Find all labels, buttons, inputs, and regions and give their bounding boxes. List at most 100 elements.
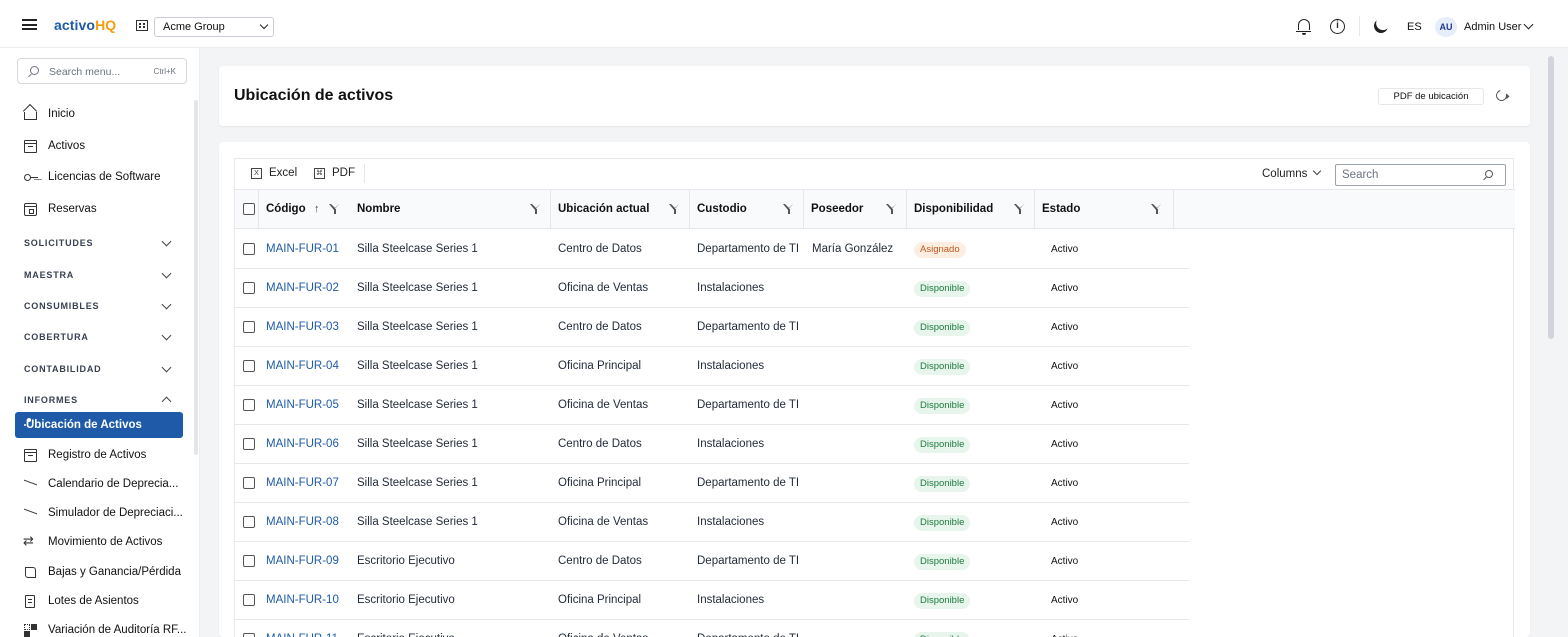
- sidebar-item-licencias[interactable]: Licencias de Software: [24, 167, 161, 187]
- row-checkbox[interactable]: [243, 282, 255, 294]
- filter-icon[interactable]: [783, 204, 794, 214]
- asset-name: Silla Steelcase Series 1: [357, 438, 478, 450]
- row-checkbox[interactable]: [243, 633, 255, 637]
- row-checkbox[interactable]: [243, 438, 255, 450]
- row-checkbox[interactable]: [243, 399, 255, 411]
- export-pdf-button[interactable]: ⌘ PDF: [314, 167, 355, 179]
- menu-search-input[interactable]: Search menu... Ctrl+K: [17, 58, 187, 84]
- table-row[interactable]: MAIN-FUR-01 Silla Steelcase Series 1 Centr…: [235, 230, 1189, 269]
- sidebar-item-variacion-auditoria[interactable]: Variación de Auditoría RF...: [24, 620, 187, 637]
- row-checkbox[interactable]: [243, 594, 255, 606]
- column-header-nombre[interactable]: Nombre: [350, 190, 551, 229]
- column-header-custodio[interactable]: Custodio: [690, 190, 804, 229]
- filter-icon[interactable]: [530, 204, 541, 214]
- sidebar-scrollbar[interactable]: [194, 100, 198, 455]
- column-header-disponibilidad[interactable]: Disponibilidad: [907, 190, 1035, 229]
- sidebar-section-cobertura[interactable]: COBERTURA: [24, 330, 174, 342]
- row-checkbox[interactable]: [243, 321, 255, 333]
- hamburger-menu-icon[interactable]: [22, 19, 37, 30]
- sidebar-section-informes[interactable]: INFORMES: [24, 395, 174, 407]
- page-scrollbar[interactable]: [1548, 56, 1554, 339]
- sidebar-item-reservas[interactable]: Reservas: [24, 199, 97, 219]
- search-icon[interactable]: [1485, 170, 1493, 178]
- table-row[interactable]: MAIN-FUR-04 Silla Steelcase Series 1 Ofici…: [235, 347, 1189, 386]
- column-header-ubicacion[interactable]: Ubicación actual: [551, 190, 690, 229]
- pdf-location-button[interactable]: PDF de ubicación: [1378, 88, 1484, 105]
- moon-icon[interactable]: [1372, 17, 1390, 35]
- asset-name: Silla Steelcase Series 1: [357, 399, 478, 411]
- asset-code-link[interactable]: MAIN-FUR-07: [266, 464, 351, 503]
- columns-button[interactable]: Columns: [1262, 166, 1322, 180]
- sidebar-section-contabilidad[interactable]: CONTABILIDAD: [24, 362, 174, 374]
- row-checkbox[interactable]: [243, 477, 255, 489]
- grid-search-input[interactable]: [1342, 165, 1482, 185]
- user-name[interactable]: Admin User: [1464, 21, 1521, 33]
- sidebar-item-bajas[interactable]: Bajas y Ganancia/Pérdida: [24, 562, 181, 582]
- filter-icon[interactable]: [1151, 204, 1162, 214]
- table-row[interactable]: MAIN-FUR-07 Silla Steelcase Series 1 Ofici…: [235, 464, 1189, 503]
- asset-code-link[interactable]: MAIN-FUR-05: [266, 386, 351, 425]
- asset-name: Escritorio Ejecutivo: [357, 555, 455, 567]
- select-all-cell: [235, 190, 259, 229]
- asset-holder: [812, 386, 904, 425]
- building-icon: [136, 20, 148, 31]
- table-row[interactable]: MAIN-FUR-05 Silla Steelcase Series 1 Ofici…: [235, 386, 1189, 425]
- table-row[interactable]: MAIN-FUR-09 Escritorio Ejecutivo Centro de…: [235, 542, 1189, 581]
- sidebar-item-inicio[interactable]: Inicio: [24, 104, 75, 124]
- sidebar-item-simulador-depreciacion[interactable]: Simulador de Depreciaci...: [24, 503, 183, 523]
- chevron-up-icon: [161, 396, 172, 407]
- export-excel-button[interactable]: X Excel: [251, 167, 297, 179]
- sidebar-item-registro-activos[interactable]: Registro de Activos: [24, 445, 146, 465]
- asset-holder: [812, 503, 904, 542]
- asset-code-link[interactable]: MAIN-FUR-03: [266, 308, 351, 347]
- table-row[interactable]: MAIN-FUR-02 Silla Steelcase Series 1 Ofici…: [235, 269, 1189, 308]
- sidebar-section-maestra[interactable]: MAESTRA: [24, 268, 174, 280]
- asset-code-link[interactable]: MAIN-FUR-11: [266, 620, 351, 637]
- filter-icon[interactable]: [669, 204, 680, 214]
- avatar[interactable]: AU: [1435, 17, 1457, 37]
- table-row[interactable]: MAIN-FUR-10 Escritorio Ejecutivo Oficina P…: [235, 581, 1189, 620]
- sidebar-section-consumibles[interactable]: CONSUMIBLES: [24, 299, 174, 311]
- bell-icon[interactable]: [1296, 19, 1311, 35]
- sidebar-item-movimiento-activos[interactable]: Movimiento de Activos: [23, 532, 162, 552]
- row-checkbox[interactable]: [243, 516, 255, 528]
- sidebar-item-lotes-asientos[interactable]: Lotes de Asientos: [24, 591, 139, 611]
- asset-name: Silla Steelcase Series 1: [357, 477, 478, 489]
- chevron-down-icon[interactable]: [1523, 19, 1534, 30]
- availability-badge: Disponible: [914, 281, 971, 297]
- sidebar-item-calendario-depreciacion[interactable]: Calendario de Deprecia...: [24, 474, 178, 494]
- asset-code-link[interactable]: MAIN-FUR-06: [266, 425, 351, 464]
- table-row[interactable]: MAIN-FUR-11 Escritorio Ejecutivo Oficina d…: [235, 620, 1189, 637]
- row-checkbox[interactable]: [243, 555, 255, 567]
- sidebar-item-activos[interactable]: Activos: [24, 136, 85, 156]
- row-checkbox[interactable]: [243, 360, 255, 372]
- filter-icon[interactable]: [329, 204, 340, 214]
- column-header-estado[interactable]: Estado: [1035, 190, 1174, 229]
- column-header-poseedor[interactable]: Poseedor: [804, 190, 907, 229]
- language-toggle[interactable]: ES: [1407, 21, 1422, 33]
- sort-ascending-icon[interactable]: ↑: [314, 190, 320, 229]
- organization-select[interactable]: Acme Group: [154, 17, 274, 37]
- asset-code-link[interactable]: MAIN-FUR-09: [266, 542, 351, 581]
- column-header-codigo[interactable]: Código ↑: [259, 190, 352, 229]
- asset-code-link[interactable]: MAIN-FUR-08: [266, 503, 351, 542]
- table-row[interactable]: MAIN-FUR-08 Silla Steelcase Series 1 Ofici…: [235, 503, 1189, 542]
- row-checkbox[interactable]: [243, 243, 255, 255]
- filter-icon[interactable]: [1014, 204, 1025, 214]
- divider: [1359, 16, 1360, 36]
- filter-icon[interactable]: [886, 204, 897, 214]
- info-icon[interactable]: i: [1330, 19, 1345, 34]
- asset-code-link[interactable]: MAIN-FUR-02: [266, 269, 351, 308]
- table-row[interactable]: MAIN-FUR-06 Silla Steelcase Series 1 Centr…: [235, 425, 1189, 464]
- sidebar-section-solicitudes[interactable]: SOLICITUDES: [24, 236, 174, 248]
- availability-badge: Disponible: [914, 593, 971, 609]
- asset-code-link[interactable]: MAIN-FUR-10: [266, 581, 351, 620]
- refresh-icon[interactable]: [1493, 87, 1510, 104]
- sidebar-item-ubicacion-activos-label[interactable]: Ubicación de Activos: [24, 415, 142, 435]
- select-all-checkbox[interactable]: [243, 203, 255, 215]
- app-logo[interactable]: activoHQ: [54, 17, 116, 33]
- asset-code-link[interactable]: MAIN-FUR-04: [266, 347, 351, 386]
- table-row[interactable]: MAIN-FUR-03 Silla Steelcase Series 1 Centr…: [235, 308, 1189, 347]
- asset-name: Escritorio Ejecutivo: [357, 620, 547, 637]
- asset-code-link[interactable]: MAIN-FUR-01: [266, 230, 351, 269]
